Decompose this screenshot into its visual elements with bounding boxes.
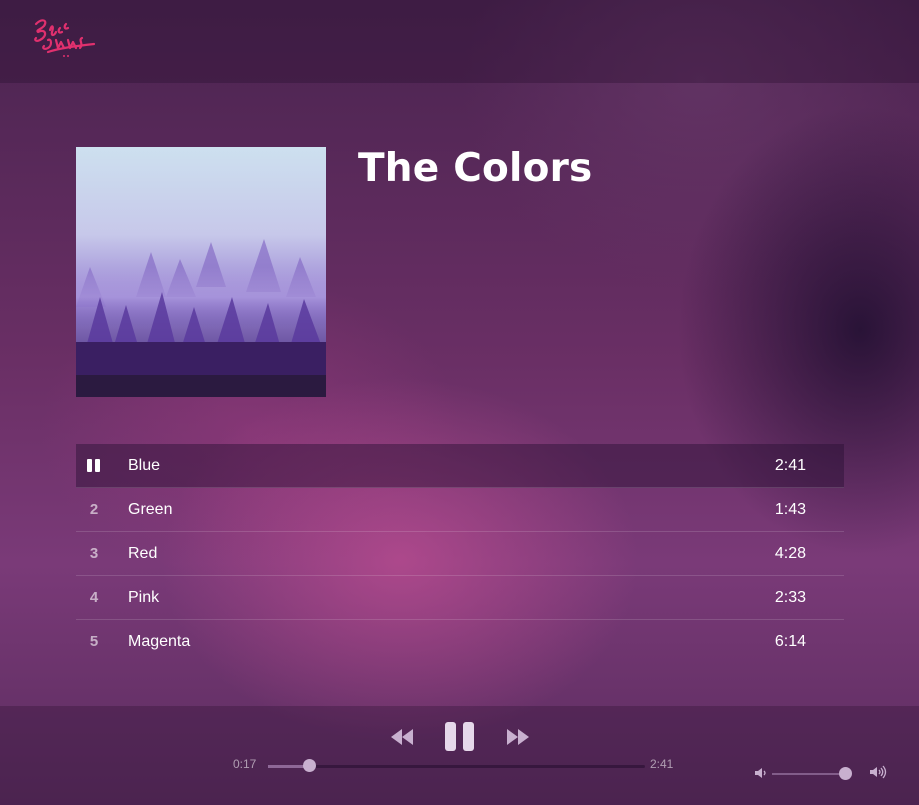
track-duration: 1:43 xyxy=(774,501,806,518)
misty-forest-album-art xyxy=(76,147,326,397)
player-bar: 0:17 2:41 xyxy=(0,706,919,805)
track-duration: 4:28 xyxy=(774,545,806,562)
total-time: 2:41 xyxy=(650,757,674,771)
rewind-icon[interactable] xyxy=(391,729,413,745)
progress-bar[interactable] xyxy=(268,765,645,768)
volume-bar[interactable] xyxy=(772,773,848,775)
track-name: Pink xyxy=(128,589,160,606)
track-number: 5 xyxy=(89,633,99,650)
progress-handle[interactable] xyxy=(302,759,316,772)
track-row[interactable]: 3 Red 4:28 xyxy=(76,532,844,576)
track-duration: 6:14 xyxy=(774,633,806,650)
volume-fill xyxy=(772,773,846,775)
pause-icon[interactable] xyxy=(87,459,101,472)
track-name: Green xyxy=(128,501,173,518)
track-name: Red xyxy=(128,545,158,562)
track-row[interactable]: Blue 2:41 xyxy=(76,444,844,488)
track-number: 2 xyxy=(89,501,99,518)
brand-logo-icon[interactable] xyxy=(28,14,98,62)
volume-low-icon[interactable] xyxy=(755,767,767,779)
album-title: The Colors xyxy=(358,146,593,191)
volume-high-icon[interactable] xyxy=(870,765,888,779)
track-list: Blue 2:41 2 Green 1:43 3 Red 4:28 4 Pink… xyxy=(76,444,844,663)
track-duration: 2:41 xyxy=(774,457,806,474)
fast-forward-icon[interactable] xyxy=(507,729,529,745)
track-number: 3 xyxy=(89,545,99,562)
track-name: Magenta xyxy=(128,633,191,650)
elapsed-time: 0:17 xyxy=(233,757,257,771)
album-art xyxy=(76,147,326,397)
volume-handle[interactable] xyxy=(839,767,853,780)
track-number: 4 xyxy=(89,589,99,606)
pause-icon[interactable] xyxy=(445,722,474,751)
track-row[interactable]: 4 Pink 2:33 xyxy=(76,576,844,620)
track-row[interactable]: 2 Green 1:43 xyxy=(76,488,844,532)
top-bar xyxy=(0,0,919,83)
track-name: Blue xyxy=(128,457,161,474)
track-duration: 2:33 xyxy=(774,589,806,606)
track-row[interactable]: 5 Magenta 6:14 xyxy=(76,620,844,663)
